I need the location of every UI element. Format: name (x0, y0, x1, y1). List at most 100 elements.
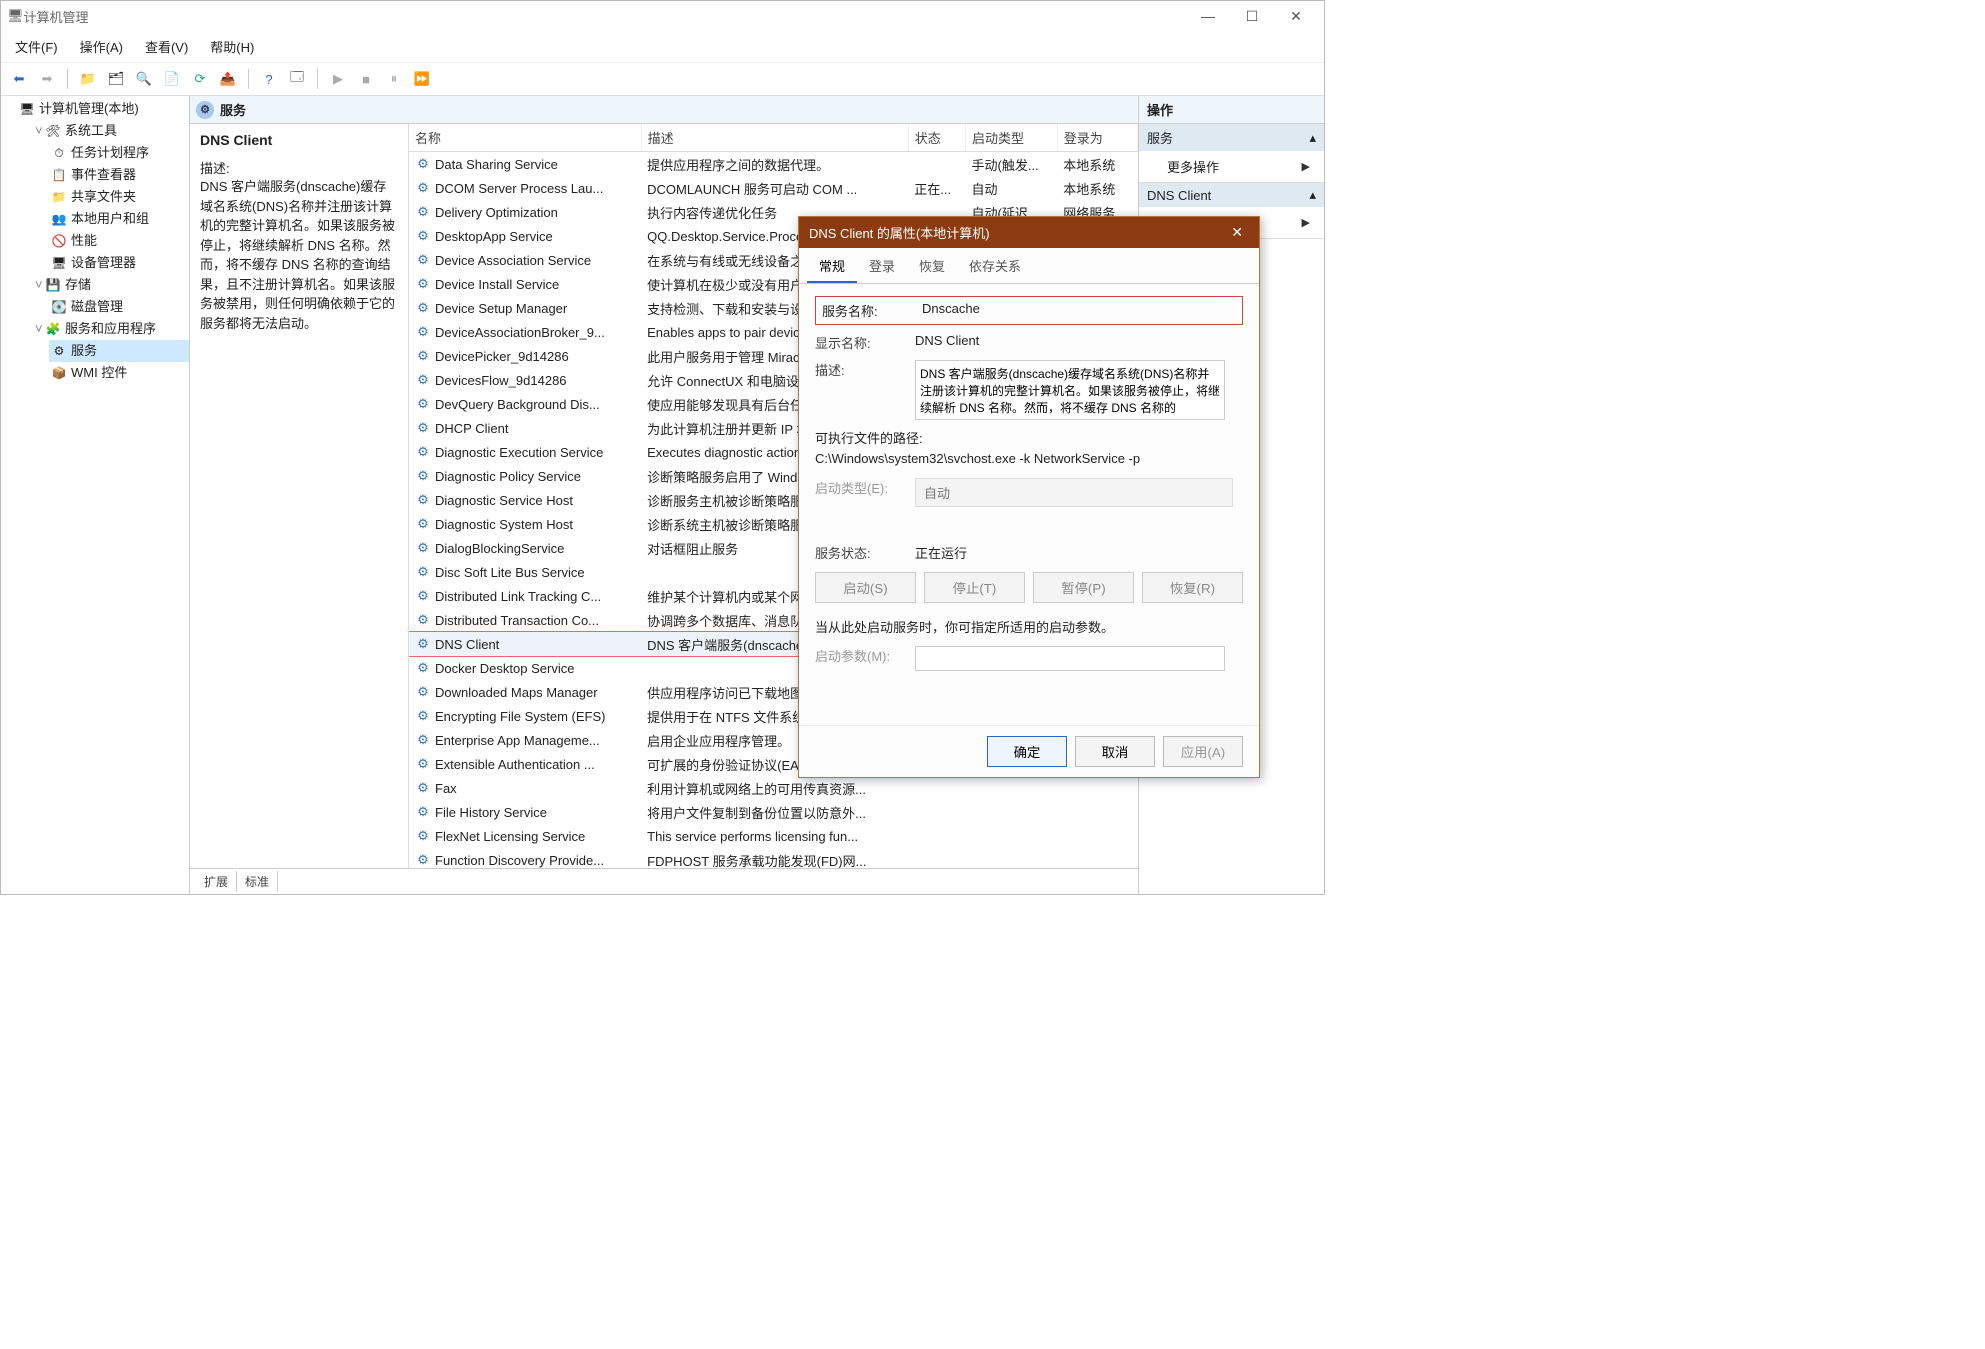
gear-icon: ⚙ (415, 180, 431, 196)
dialog-close-button[interactable]: ✕ (1225, 224, 1249, 241)
back-button[interactable]: ⬅ (7, 67, 31, 91)
gear-icon: ⚙ (415, 804, 431, 820)
action-block-title: DNS Client (1147, 188, 1211, 203)
gear-icon: ⚙ (415, 348, 431, 364)
col-login[interactable]: 登录为 (1057, 124, 1137, 152)
tree-item[interactable]: 👥本地用户和组 (49, 208, 189, 230)
service-name: Device Setup Manager (435, 301, 567, 316)
restart-icon[interactable]: ⏩ (410, 67, 434, 91)
pause-button: 暂停(P) (1033, 572, 1134, 603)
start-button: 启动(S) (815, 572, 916, 603)
col-start[interactable]: 启动类型 (966, 124, 1058, 152)
col-name[interactable]: 名称 (409, 124, 641, 152)
tree-item[interactable]: 🚫性能 (49, 230, 189, 252)
collapse-icon[interactable]: ▴ (1309, 187, 1316, 203)
service-row[interactable]: ⚙FlexNet Licensing ServiceThis service p… (409, 824, 1138, 848)
service-row[interactable]: ⚙Function Discovery Provide...FDPHOST 服务… (409, 848, 1138, 868)
gear-icon: ⚙ (415, 228, 431, 244)
action-more[interactable]: 更多操作▶ (1139, 151, 1324, 182)
gear-icon: ⚙ (415, 420, 431, 436)
desc-textarea[interactable] (915, 360, 1225, 420)
toolbar-icon[interactable]: 🔍 (132, 67, 156, 91)
service-row[interactable]: ⚙Fax利用计算机或网络上的可用传真资源... (409, 776, 1138, 800)
toolbar-icon[interactable]: 📁 (76, 67, 100, 91)
service-row[interactable]: ⚙Data Sharing Service提供应用程序之间的数据代理。手动(触发… (409, 152, 1138, 177)
ok-button[interactable]: 确定 (987, 736, 1067, 767)
tree-item[interactable]: 📁共享文件夹 (49, 186, 189, 208)
apply-button[interactable]: 应用(A) (1163, 736, 1243, 767)
tab-general[interactable]: 常规 (807, 248, 857, 283)
desc-label: 描述: (815, 360, 915, 379)
gear-icon: ⚙ (415, 396, 431, 412)
tree-group[interactable]: ˅💾存储 (33, 274, 189, 296)
tree-item[interactable]: 📦WMI 控件 (49, 362, 189, 384)
service-status (908, 800, 965, 824)
path-label: 可执行文件的路径: (815, 428, 1243, 447)
tree-root[interactable]: 🖥计算机管理(本地) (17, 98, 189, 120)
display-name-label: 显示名称: (815, 333, 915, 352)
play-icon[interactable]: ▶ (326, 67, 350, 91)
tree-item[interactable]: ⏱任务计划程序 (49, 142, 189, 164)
toolbar-icon[interactable]: 📤 (216, 67, 240, 91)
gear-icon: ⚙ (415, 156, 431, 172)
svc-name-label: 服务名称: (822, 301, 922, 320)
gear-icon: ⚙ (415, 756, 431, 772)
maximize-button[interactable]: ☐ (1230, 2, 1274, 30)
tree-item[interactable]: 🖥设备管理器 (49, 252, 189, 274)
menu-action[interactable]: 操作(A) (76, 35, 127, 58)
toolbar-icon[interactable]: 📄 (160, 67, 184, 91)
param-input (915, 646, 1225, 671)
service-status (908, 776, 965, 800)
service-row[interactable]: ⚙DCOM Server Process Lau...DCOMLAUNCH 服务… (409, 176, 1138, 200)
service-detail: DNS Client 描述: DNS 客户端服务(dnscache)缓存域名系统… (190, 124, 409, 868)
tab-dependencies[interactable]: 依存关系 (957, 248, 1033, 283)
pause-icon[interactable]: ⏸ (382, 67, 406, 91)
tree-group[interactable]: ˅🧩服务和应用程序 (33, 318, 189, 340)
minimize-button[interactable]: — (1186, 2, 1230, 30)
gear-icon: ⚙ (415, 852, 431, 868)
service-desc: This service performs licensing fun... (641, 824, 908, 848)
service-name: DevicePicker_9d14286 (435, 349, 569, 364)
tab-logon[interactable]: 登录 (857, 248, 907, 283)
service-name: Diagnostic Service Host (435, 493, 573, 508)
tab-recovery[interactable]: 恢复 (907, 248, 957, 283)
service-start: 手动(触发... (966, 152, 1058, 177)
service-desc: FDPHOST 服务承载功能发现(FD)网... (641, 848, 908, 868)
toolbar-icon[interactable]: 🗔 (285, 67, 309, 91)
gear-icon: ⚙ (415, 636, 431, 652)
gear-icon: ⚙ (415, 492, 431, 508)
tree-item[interactable]: 📋事件查看器 (49, 164, 189, 186)
display-name-value: DNS Client (915, 333, 1243, 348)
gear-icon: ⚙ (415, 708, 431, 724)
col-status[interactable]: 状态 (908, 124, 965, 152)
menu-file[interactable]: 文件(F) (11, 35, 62, 58)
toolbar-icon[interactable]: 🗂 (104, 67, 128, 91)
collapse-icon[interactable]: ▴ (1309, 130, 1316, 146)
col-desc[interactable]: 描述 (641, 124, 908, 152)
service-login: 本地系统 (1057, 176, 1137, 200)
service-login (1057, 776, 1137, 800)
cancel-button[interactable]: 取消 (1075, 736, 1155, 767)
service-name: DeviceAssociationBroker_9... (435, 325, 605, 340)
help-icon[interactable]: ? (257, 67, 281, 91)
forward-button[interactable]: ➡ (35, 67, 59, 91)
service-row[interactable]: ⚙File History Service将用户文件复制到备份位置以防意外... (409, 800, 1138, 824)
service-login (1057, 800, 1137, 824)
service-name: Docker Desktop Service (435, 661, 574, 676)
gear-icon: ⚙ (415, 828, 431, 844)
service-start: 自动 (966, 176, 1058, 200)
menu-view[interactable]: 查看(V) (141, 35, 192, 58)
service-status (908, 848, 965, 868)
gear-icon: ⚙ (415, 372, 431, 388)
tab-extended[interactable]: 扩展 (196, 871, 237, 892)
tree-group[interactable]: ˅🛠系统工具 (33, 120, 189, 142)
tab-standard[interactable]: 标准 (237, 871, 278, 892)
tree-item[interactable]: 💽磁盘管理 (49, 296, 189, 318)
menu-help[interactable]: 帮助(H) (206, 35, 258, 58)
service-name: DevQuery Background Dis... (435, 397, 600, 412)
stop-icon[interactable]: ■ (354, 67, 378, 91)
tree-item[interactable]: ⚙服务 (49, 340, 189, 362)
refresh-icon[interactable]: ⟳ (188, 67, 212, 91)
close-button[interactable]: ✕ (1274, 2, 1318, 30)
startup-type-select[interactable]: 自动 (915, 478, 1233, 507)
